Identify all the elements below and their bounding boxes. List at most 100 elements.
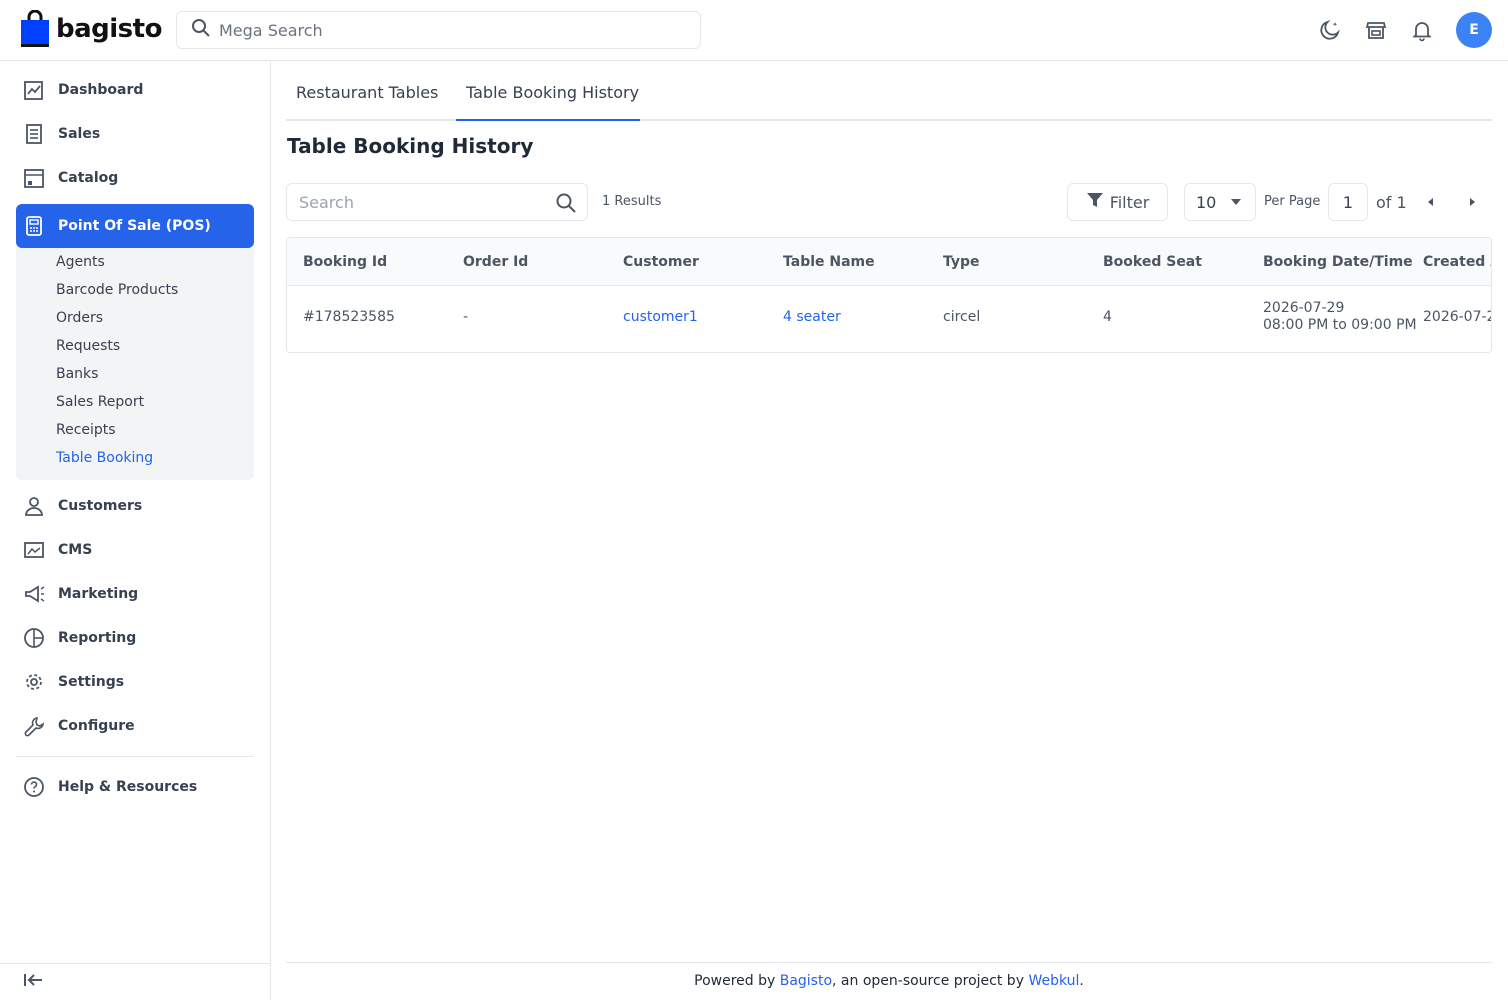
- storefront-icon[interactable]: [1364, 18, 1388, 42]
- submenu-item-sales-report[interactable]: Sales Report: [56, 394, 144, 410]
- pos-submenu: Agents Barcode Products Orders Requests …: [16, 248, 254, 480]
- column-header-created-at[interactable]: Created At: [1423, 254, 1491, 270]
- pos-icon: [22, 214, 46, 238]
- mega-search-box[interactable]: [176, 11, 701, 49]
- header-actions: E: [1318, 12, 1492, 48]
- sidebar-item-label: Configure: [58, 718, 135, 734]
- cms-icon: [22, 538, 46, 562]
- sidebar: Dashboard Sales Catalog Point Of Sale (P…: [0, 61, 271, 1000]
- filter-button[interactable]: Filter: [1067, 183, 1168, 221]
- top-header: bagisto E: [0, 0, 1508, 61]
- bagisto-link[interactable]: Bagisto: [780, 973, 832, 989]
- catalog-icon: [22, 166, 46, 190]
- sidebar-item-dashboard[interactable]: Dashboard: [16, 68, 254, 112]
- cell-order-id: -: [463, 309, 469, 325]
- logo-wordmark: bagisto: [56, 14, 162, 44]
- dashboard-icon: [22, 78, 46, 102]
- cell-customer-link[interactable]: customer1: [623, 309, 698, 326]
- search-icon[interactable]: [555, 192, 577, 218]
- bagisto-logo[interactable]: bagisto: [20, 9, 162, 48]
- sidebar-item-marketing[interactable]: Marketing: [16, 572, 254, 616]
- customers-icon: [22, 494, 46, 518]
- cell-booking-time: 08:00 PM to 09:00 PM: [1263, 317, 1417, 333]
- user-avatar[interactable]: E: [1456, 12, 1492, 48]
- footer-suffix: .: [1079, 973, 1084, 989]
- sidebar-item-label: Sales: [58, 126, 101, 142]
- sidebar-item-label: Catalog: [58, 170, 119, 186]
- search-icon: [191, 18, 211, 42]
- column-header-order-id[interactable]: Order Id: [463, 254, 528, 270]
- sidebar-item-help[interactable]: Help & Resources: [16, 765, 254, 809]
- tab-table-booking-history[interactable]: Table Booking History: [466, 83, 639, 102]
- submenu-item-barcode-products[interactable]: Barcode Products: [56, 282, 178, 298]
- reporting-icon: [22, 626, 46, 650]
- active-tab-indicator: [456, 119, 640, 121]
- sidebar-item-label: Marketing: [58, 586, 139, 602]
- sidebar-item-configure[interactable]: Configure: [16, 704, 254, 748]
- cell-type: circel: [943, 309, 981, 325]
- marketing-icon: [22, 582, 46, 606]
- sidebar-item-settings[interactable]: Settings: [16, 660, 254, 704]
- sidebar-item-label: Dashboard: [58, 82, 144, 98]
- sidebar-item-label: Help & Resources: [58, 779, 198, 795]
- column-header-booked-seat[interactable]: Booked Seat: [1103, 254, 1202, 270]
- sidebar-item-label: Point Of Sale (POS): [58, 218, 211, 234]
- column-header-table-name[interactable]: Table Name: [783, 254, 875, 270]
- results-count: 1 Results: [602, 194, 662, 209]
- datagrid-search-box[interactable]: [286, 183, 588, 221]
- cell-booked-seat: 4: [1103, 309, 1112, 325]
- footer-prefix: Powered by: [694, 973, 780, 989]
- filter-label: Filter: [1109, 192, 1150, 212]
- booking-history-table: Booking Id Order Id Customer Table Name …: [286, 237, 1492, 353]
- datagrid-search-input[interactable]: [299, 192, 539, 212]
- sidebar-item-customers[interactable]: Customers: [16, 484, 254, 528]
- sidebar-item-reporting[interactable]: Reporting: [16, 616, 254, 660]
- current-page-input[interactable]: 1: [1328, 183, 1368, 221]
- next-page-icon[interactable]: [1462, 192, 1482, 212]
- notification-bell-icon[interactable]: [1410, 18, 1434, 42]
- sidebar-item-label: Customers: [58, 498, 143, 514]
- sidebar-item-cms[interactable]: CMS: [16, 528, 254, 572]
- column-header-booking-id[interactable]: Booking Id: [303, 254, 387, 270]
- sales-icon: [22, 122, 46, 146]
- footer-middle: , an open-source project by: [832, 973, 1029, 989]
- bag-logo-icon: [20, 9, 50, 48]
- help-icon: [22, 775, 46, 799]
- settings-gear-icon: [22, 670, 46, 694]
- sidebar-item-label: Reporting: [58, 630, 137, 646]
- sidebar-item-sales[interactable]: Sales: [16, 112, 254, 156]
- dark-mode-icon[interactable]: [1318, 18, 1342, 42]
- sidebar-item-catalog[interactable]: Catalog: [16, 156, 254, 200]
- submenu-item-agents[interactable]: Agents: [56, 254, 105, 270]
- tab-restaurant-tables[interactable]: Restaurant Tables: [296, 83, 438, 102]
- page-total: of 1: [1376, 193, 1407, 212]
- page-tabs: Restaurant Tables Table Booking History: [286, 61, 1492, 121]
- collapse-arrow-icon: [22, 971, 44, 993]
- column-header-booking-datetime[interactable]: Booking Date/Time: [1263, 254, 1413, 270]
- cell-created-at: 2026-07-28: [1423, 309, 1491, 325]
- mega-search-input[interactable]: [219, 20, 679, 40]
- submenu-item-table-booking[interactable]: Table Booking: [56, 450, 153, 466]
- submenu-item-orders[interactable]: Orders: [56, 310, 103, 326]
- submenu-item-banks[interactable]: Banks: [56, 366, 98, 382]
- sidebar-item-label: CMS: [58, 542, 93, 558]
- caret-down-icon: [1231, 199, 1241, 205]
- column-header-type[interactable]: Type: [943, 254, 980, 270]
- table-row: #178523585 - customer1 4 seater circel 4…: [287, 286, 1491, 352]
- collapse-sidebar-button[interactable]: [0, 963, 270, 1000]
- page-footer: Powered by Bagisto, an open-source proje…: [286, 962, 1492, 1000]
- configure-wrench-icon: [22, 714, 46, 738]
- per-page-value: 10: [1196, 192, 1217, 212]
- table-header: Booking Id Order Id Customer Table Name …: [287, 238, 1491, 286]
- cell-booking-date: 2026-07-29: [1263, 300, 1345, 316]
- per-page-select[interactable]: 10: [1184, 183, 1256, 221]
- sidebar-item-pos[interactable]: Point Of Sale (POS): [16, 204, 254, 248]
- webkul-link[interactable]: Webkul: [1028, 973, 1079, 989]
- page-title: Table Booking History: [287, 134, 534, 158]
- submenu-item-receipts[interactable]: Receipts: [56, 422, 116, 438]
- previous-page-icon[interactable]: [1421, 192, 1441, 212]
- sidebar-item-label: Settings: [58, 674, 125, 690]
- cell-table-name-link[interactable]: 4 seater: [783, 309, 841, 326]
- column-header-customer[interactable]: Customer: [623, 254, 699, 270]
- submenu-item-requests[interactable]: Requests: [56, 338, 120, 354]
